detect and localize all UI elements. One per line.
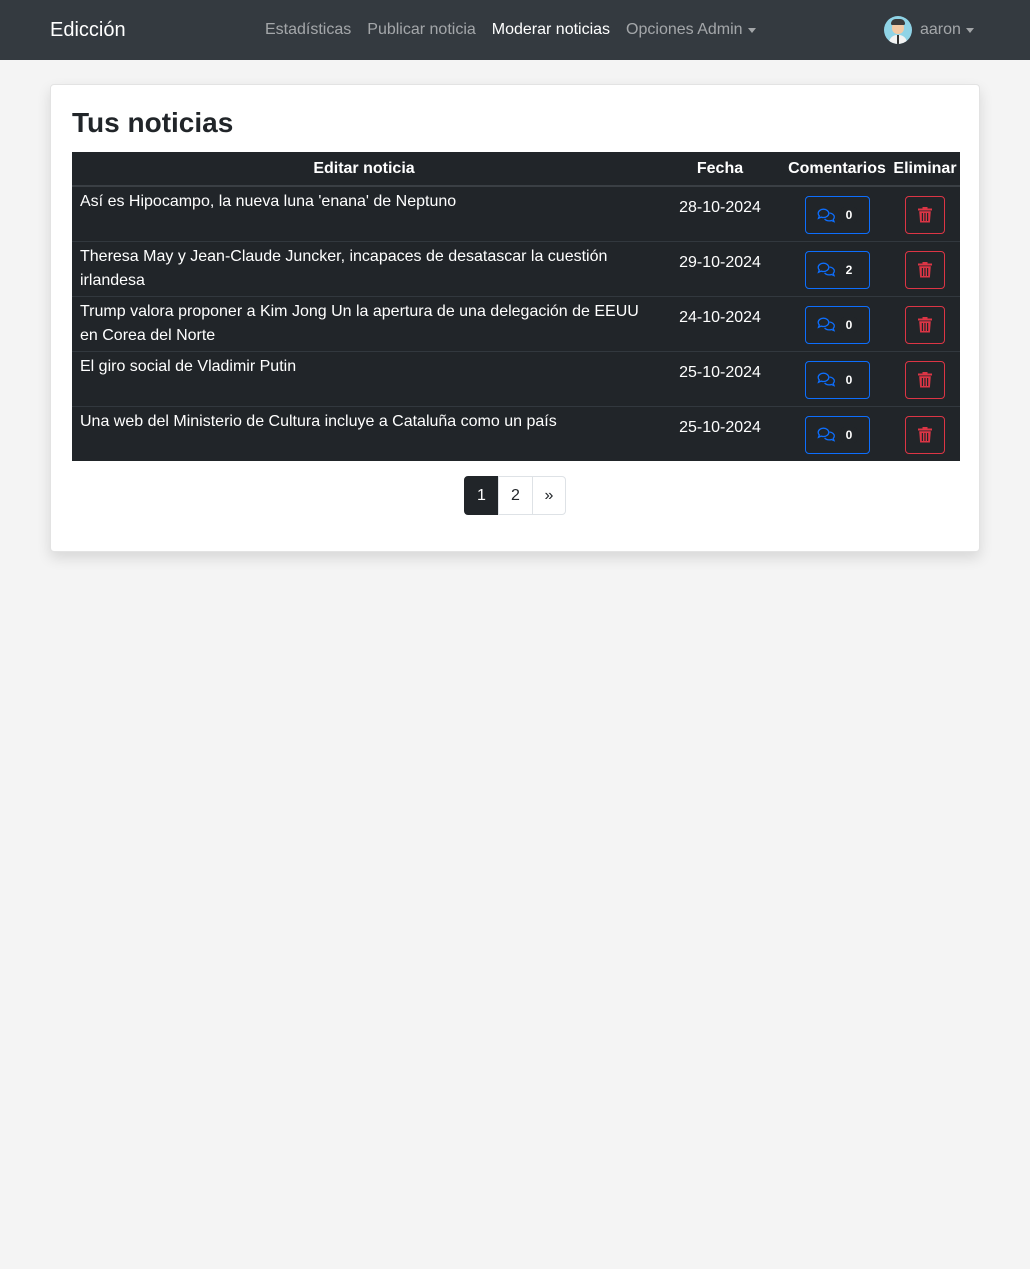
navbar-brand[interactable]: Edicción: [50, 0, 126, 60]
news-title-link[interactable]: Así es Hipocampo, la nueva luna 'enana' …: [72, 185, 656, 241]
nav-links: Estadísticas Publicar noticia Moderar no…: [257, 0, 764, 60]
top-navbar: Edicción Estadísticas Publicar noticia M…: [0, 0, 1030, 60]
news-date: 28-10-2024: [656, 185, 784, 241]
page-link-next[interactable]: »: [532, 476, 566, 515]
trash-icon: [918, 316, 932, 332]
news-title-link[interactable]: Trump valora proponer a Kim Jong Un la a…: [72, 295, 656, 351]
page-title: Tus noticias: [72, 107, 234, 138]
nav-link-estadisticas[interactable]: Estadísticas: [257, 21, 359, 39]
comments-button[interactable]: 0: [804, 305, 870, 344]
table-row: El giro social de Vladimir Putin 25-10-2…: [72, 350, 960, 406]
trash-icon: [918, 426, 932, 442]
delete-button[interactable]: [905, 250, 945, 289]
page-link-1[interactable]: 1: [464, 476, 499, 515]
column-header-comentarios: Comentarios: [784, 152, 890, 187]
table-row: Una web del Ministerio de Cultura incluy…: [72, 405, 960, 461]
column-header-editar-noticia: Editar noticia: [72, 152, 656, 187]
trash-icon: [918, 207, 932, 223]
caret-down-icon: [965, 28, 974, 33]
nav-dropdown-opciones-admin[interactable]: Opciones Admin: [618, 21, 764, 39]
comments-button[interactable]: 0: [804, 415, 870, 454]
page-link-2[interactable]: 2: [498, 476, 533, 515]
news-date: 25-10-2024: [656, 405, 784, 461]
comments-icon: [817, 208, 835, 223]
comments-icon: [817, 372, 835, 387]
comments-button[interactable]: 0: [804, 196, 870, 234]
news-date: 29-10-2024: [656, 240, 784, 296]
nav-link-moderar-noticias[interactable]: Moderar noticias: [484, 21, 618, 39]
pagination: 1 2 »: [464, 476, 566, 515]
news-title-link[interactable]: Una web del Ministerio de Cultura incluy…: [72, 405, 656, 461]
comments-button[interactable]: 0: [804, 360, 870, 399]
table-row: Así es Hipocampo, la nueva luna 'enana' …: [72, 185, 960, 241]
news-card: Tus noticias Editar noticia Fecha Coment…: [50, 84, 980, 552]
table-row: Theresa May y Jean-Claude Juncker, incap…: [72, 240, 960, 296]
comments-icon: [817, 427, 835, 442]
user-menu[interactable]: aaron: [884, 0, 974, 60]
trash-icon: [918, 261, 932, 277]
comment-count-badge: 0: [840, 371, 858, 388]
trash-icon: [918, 371, 932, 387]
comment-count-badge: 0: [840, 426, 858, 443]
user-name: aaron: [920, 21, 961, 38]
column-header-eliminar: Eliminar: [890, 152, 960, 187]
avatar: [884, 16, 912, 44]
news-table: Editar noticia Fecha Comentarios Elimina…: [72, 152, 960, 461]
delete-button[interactable]: [905, 305, 945, 344]
delete-button[interactable]: [905, 196, 945, 234]
news-title-link[interactable]: Theresa May y Jean-Claude Juncker, incap…: [72, 240, 656, 296]
delete-button[interactable]: [905, 360, 945, 399]
news-date: 24-10-2024: [656, 295, 784, 351]
comments-icon: [817, 317, 835, 332]
news-date: 25-10-2024: [656, 350, 784, 406]
delete-button[interactable]: [905, 415, 945, 454]
column-header-fecha: Fecha: [656, 152, 784, 187]
comment-count-badge: 2: [840, 261, 858, 278]
comments-button[interactable]: 2: [804, 250, 870, 289]
caret-down-icon: [747, 28, 756, 33]
table-row: Trump valora proponer a Kim Jong Un la a…: [72, 295, 960, 351]
comment-count-badge: 0: [840, 207, 858, 223]
nav-dropdown-opciones-admin-label: Opciones Admin: [626, 21, 743, 38]
nav-link-publicar-noticia[interactable]: Publicar noticia: [359, 21, 484, 39]
news-title-link[interactable]: El giro social de Vladimir Putin: [72, 350, 656, 406]
comment-count-badge: 0: [840, 316, 858, 333]
comments-icon: [817, 262, 835, 277]
